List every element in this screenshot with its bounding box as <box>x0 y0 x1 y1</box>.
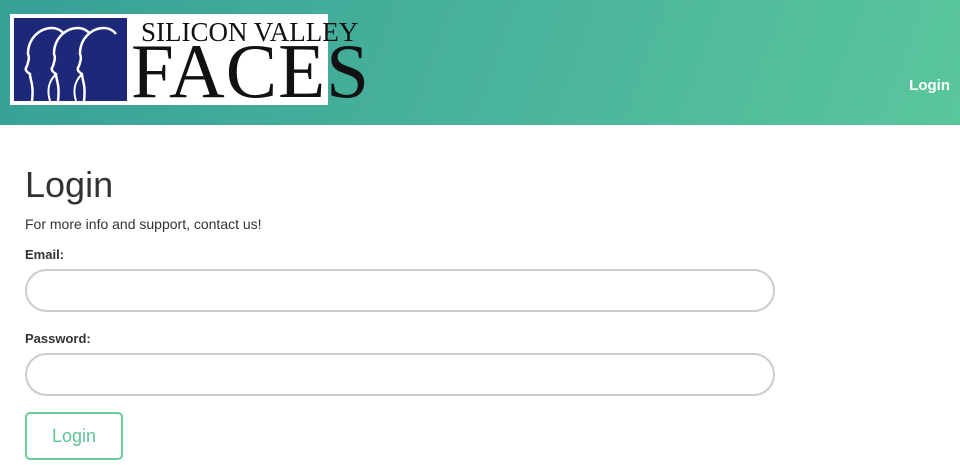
nav-login-link[interactable]: Login <box>909 77 950 94</box>
email-field[interactable] <box>25 269 775 312</box>
site-logo[interactable]: SILICON VALLEY FACES <box>10 14 369 110</box>
page-title: Login <box>25 164 114 205</box>
password-field[interactable] <box>25 353 775 396</box>
email-label: Email: <box>25 247 65 262</box>
support-text: For more info and support, contact us! <box>25 216 262 232</box>
faces-profile-icon <box>14 18 127 102</box>
password-label: Password: <box>25 331 91 346</box>
logo-text-main: FACES <box>131 28 370 114</box>
header-bar: SILICON VALLEY FACES Login <box>0 0 960 125</box>
login-button[interactable]: Login <box>25 412 123 460</box>
